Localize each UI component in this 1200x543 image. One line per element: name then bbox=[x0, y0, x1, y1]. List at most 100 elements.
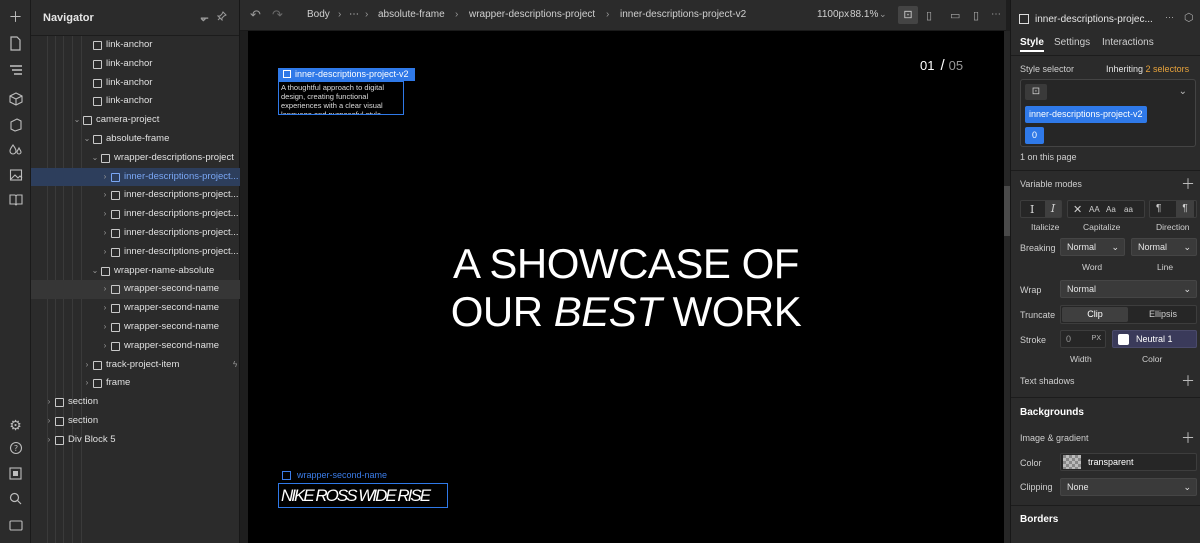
truncate-clip[interactable]: Clip bbox=[1062, 307, 1128, 322]
stroke-unit[interactable]: PX bbox=[1092, 335, 1101, 342]
breadcrumb-item-ellipsis[interactable]: ⋯ bbox=[349, 9, 359, 20]
navigator-tree-row[interactable]: › track-project-item ϟ bbox=[31, 356, 240, 375]
selected-element-box[interactable]: A thoughtful approach to digital design,… bbox=[278, 81, 404, 115]
desktop-breakpoint-icon[interactable]: ⊡ bbox=[898, 6, 918, 24]
audit-icon[interactable] bbox=[6, 466, 25, 485]
word-break-select[interactable]: Normal ⌄ bbox=[1060, 238, 1125, 256]
truncate-toggle[interactable]: Clip Ellipsis bbox=[1060, 305, 1197, 324]
tablet-icon[interactable]: ▯ bbox=[926, 9, 932, 22]
navigator-tree-row[interactable]: link-anchor bbox=[31, 55, 240, 74]
wrap-select[interactable]: Normal ⌄ bbox=[1060, 280, 1197, 298]
navigator-tree-row[interactable]: ⌄ wrapper-name-absolute bbox=[31, 262, 240, 281]
navigator-tree-row[interactable]: link-anchor bbox=[31, 74, 240, 93]
caret-collapsed-icon[interactable]: › bbox=[101, 280, 109, 299]
borders-heading[interactable]: Borders bbox=[1020, 514, 1058, 525]
pin-icon[interactable] bbox=[216, 11, 227, 24]
book-icon[interactable] bbox=[6, 192, 25, 211]
caret-expanded-icon[interactable]: ⌄ bbox=[91, 262, 99, 281]
bg-color-input[interactable]: transparent bbox=[1060, 453, 1197, 471]
selector-chevron-icon[interactable]: ⌄ bbox=[1179, 86, 1187, 97]
selector-field[interactable]: ⊡ ⌄ inner-descriptions-project-v2 0 bbox=[1020, 79, 1196, 147]
video-icon[interactable] bbox=[6, 517, 25, 536]
undo-icon[interactable]: ↶ bbox=[250, 7, 261, 23]
add-icon[interactable]: ＋ bbox=[6, 8, 25, 27]
zoom-level[interactable]: 88.1% bbox=[850, 9, 878, 20]
navigator-tree-row[interactable]: › inner-descriptions-project... bbox=[31, 205, 240, 224]
navigator-tree-row[interactable]: ⌄ camera-project bbox=[31, 111, 240, 130]
ltr-icon[interactable]: ¶ bbox=[1156, 203, 1161, 214]
backgrounds-heading[interactable]: Backgrounds bbox=[1020, 407, 1084, 418]
caret-collapsed-icon[interactable]: › bbox=[101, 318, 109, 337]
caret-expanded-icon[interactable]: ⌄ bbox=[73, 111, 81, 130]
direction-toggle[interactable]: ¶ ¶ bbox=[1149, 200, 1197, 218]
component-icon[interactable]: ⬡ bbox=[1184, 11, 1194, 24]
add-text-shadow-icon[interactable]: ＋ bbox=[1181, 374, 1195, 388]
selector-class-chip[interactable]: inner-descriptions-project-v2 bbox=[1025, 106, 1147, 123]
caret-collapsed-icon[interactable]: › bbox=[101, 299, 109, 318]
breadcrumb-item-wrapper[interactable]: wrapper-descriptions-project bbox=[469, 9, 595, 20]
navigator-tree-row[interactable]: › Div Block 5 bbox=[31, 431, 240, 450]
design-canvas[interactable]: inner-descriptions-project-v2 A thoughtf… bbox=[248, 31, 1004, 543]
navigator-tree-row[interactable]: › wrapper-second-name bbox=[31, 318, 240, 337]
clipping-select[interactable]: None ⌄ bbox=[1060, 478, 1197, 496]
mobile-portrait-icon[interactable]: ▯ bbox=[973, 9, 979, 22]
tab-interactions[interactable]: Interactions bbox=[1102, 37, 1154, 48]
help-icon[interactable]: ? bbox=[6, 441, 25, 460]
add-selector-icon[interactable]: ⊡ bbox=[1025, 84, 1047, 100]
caret-collapsed-icon[interactable]: › bbox=[101, 205, 109, 224]
navigator-tree-row[interactable]: link-anchor bbox=[31, 92, 240, 111]
navigator-icon[interactable] bbox=[6, 62, 25, 81]
zoom-chevron-icon[interactable]: ⌄ bbox=[879, 9, 887, 20]
add-variable-mode-icon[interactable]: ＋ bbox=[1181, 177, 1195, 191]
navigator-tree-row[interactable]: › section bbox=[31, 412, 240, 431]
line-break-select[interactable]: Normal ⌄ bbox=[1131, 238, 1197, 256]
navigator-tree-row[interactable]: › wrapper-second-name bbox=[31, 280, 240, 300]
inheriting-count[interactable]: 2 selectors bbox=[1146, 64, 1190, 74]
caret-expanded-icon[interactable]: ⌄ bbox=[91, 149, 99, 168]
caret-expanded-icon[interactable]: ⌄ bbox=[83, 130, 91, 149]
capitalize-none-icon[interactable]: ✕ bbox=[1073, 203, 1082, 216]
stroke-color-picker[interactable]: Neutral 1 bbox=[1112, 330, 1197, 348]
assets-icon[interactable] bbox=[6, 168, 25, 187]
redo-icon[interactable]: ↷ bbox=[272, 7, 283, 23]
navigator-tree-row[interactable]: link-anchor bbox=[31, 36, 240, 55]
caret-collapsed-icon[interactable]: › bbox=[101, 243, 109, 262]
breadcrumb-item-absolute-frame[interactable]: absolute-frame bbox=[378, 9, 445, 20]
navigator-tree-row[interactable]: › wrapper-second-name bbox=[31, 337, 240, 356]
more-icon[interactable]: ⋯ bbox=[991, 9, 1001, 20]
caret-collapsed-icon[interactable]: › bbox=[101, 224, 109, 243]
italic-off-icon[interactable]: I bbox=[1030, 203, 1034, 216]
italic-on-icon[interactable]: I bbox=[1045, 201, 1061, 217]
navigator-tree-row[interactable]: › frame bbox=[31, 374, 240, 393]
navigator-tree-row[interactable]: › section bbox=[31, 393, 240, 412]
mobile-landscape-icon[interactable]: ▭ bbox=[950, 9, 960, 22]
navigator-tree-row[interactable]: › inner-descriptions-project... bbox=[31, 224, 240, 243]
breadcrumb-item-body[interactable]: Body bbox=[307, 9, 330, 20]
navigator-tree-row[interactable]: ⌄ absolute-frame bbox=[31, 130, 240, 149]
caret-collapsed-icon[interactable]: › bbox=[101, 168, 109, 187]
stroke-width-input[interactable]: 0 PX bbox=[1060, 330, 1106, 348]
truncate-ellipsis[interactable]: Ellipsis bbox=[1131, 307, 1195, 322]
selected-element-tag[interactable]: inner-descriptions-project-v2 bbox=[278, 68, 415, 81]
second-name-box[interactable]: NIKE ROSS WIDE RISE bbox=[278, 483, 448, 508]
navigator-tree-row[interactable]: › inner-descriptions-project... bbox=[31, 243, 240, 262]
cms-icon[interactable] bbox=[6, 118, 25, 137]
capitalize-upper[interactable]: AA bbox=[1089, 205, 1100, 214]
add-background-icon[interactable]: ＋ bbox=[1181, 431, 1195, 445]
italicize-toggle[interactable]: I I bbox=[1020, 200, 1062, 218]
caret-collapsed-icon[interactable]: › bbox=[45, 412, 53, 431]
variables-icon[interactable] bbox=[6, 143, 25, 162]
navigator-tree-row[interactable]: › inner-descriptions-project... bbox=[31, 167, 240, 187]
breadcrumb-item-inner[interactable]: inner-descriptions-project-v2 bbox=[620, 9, 746, 20]
tab-settings[interactable]: Settings bbox=[1054, 37, 1090, 48]
pages-icon[interactable] bbox=[6, 36, 25, 55]
more-icon[interactable]: ⋯ bbox=[1165, 12, 1174, 23]
viewport-width[interactable]: 1100px bbox=[817, 9, 849, 20]
caret-collapsed-icon[interactable]: › bbox=[83, 374, 91, 393]
settings-gear-icon[interactable]: ⚙ bbox=[6, 416, 25, 435]
capitalize-title[interactable]: Aa bbox=[1106, 205, 1116, 214]
caret-collapsed-icon[interactable]: › bbox=[83, 356, 91, 375]
search-icon[interactable] bbox=[6, 491, 25, 510]
components-icon[interactable] bbox=[6, 92, 25, 111]
capitalize-toggle[interactable]: ✕ AA Aa aa bbox=[1067, 200, 1145, 218]
